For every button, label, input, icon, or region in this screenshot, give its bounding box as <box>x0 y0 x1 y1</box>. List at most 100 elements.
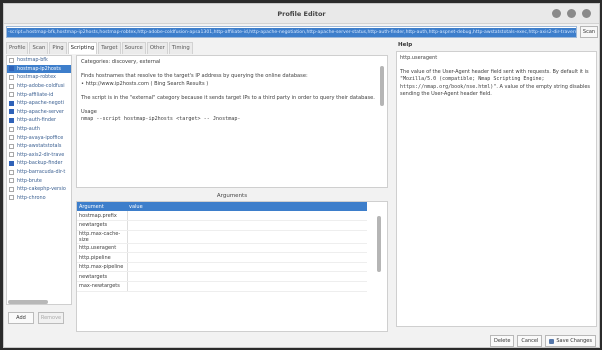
arguments-table: Argument value hostmap.prefix newtargets h… <box>77 202 367 292</box>
tab-scripting[interactable]: Scripting <box>67 42 98 54</box>
script-name: hostmap-robtex <box>17 74 56 81</box>
remove-script-button[interactable]: Remove <box>38 312 64 324</box>
script-checkbox[interactable] <box>9 109 14 115</box>
description-scrollbar[interactable] <box>380 66 384 106</box>
script-list-item[interactable]: http-apache-negoti <box>7 99 71 108</box>
argument-name-cell: hostmap.prefix <box>77 211 128 222</box>
argument-value-cell[interactable] <box>127 262 367 273</box>
arguments-row[interactable]: http.max-cache-size <box>77 230 367 244</box>
script-description: Categories: discovery, external Finds ho… <box>81 59 376 131</box>
script-list-item[interactable]: http-awstatstotals <box>7 142 71 151</box>
script-checkbox[interactable] <box>9 92 14 98</box>
command-row: -script=hostmap-bfk,hostmap-ip2hosts,hos… <box>4 26 599 39</box>
arguments-row[interactable]: newtargets <box>77 271 367 283</box>
script-checkbox[interactable] <box>9 57 14 63</box>
minimize-button[interactable] <box>552 9 561 18</box>
tab-profile[interactable]: Profile <box>6 42 29 54</box>
command-text: -script=hostmap-bfk,hostmap-ip2hosts,hos… <box>7 28 576 37</box>
argument-value-cell[interactable] <box>127 220 367 231</box>
argument-value-cell[interactable] <box>127 252 367 263</box>
argument-value-cell[interactable] <box>127 211 367 222</box>
cancel-button[interactable]: Cancel <box>517 335 543 347</box>
save-icon <box>549 338 555 344</box>
help-text: http.useragent The value of the User-Age… <box>400 55 593 105</box>
argument-value-cell[interactable] <box>127 243 367 254</box>
script-checkbox[interactable] <box>9 152 14 158</box>
tab-other[interactable]: Other <box>146 42 168 54</box>
save-changes-button[interactable]: Save Changes <box>545 335 596 347</box>
script-checkbox[interactable] <box>9 83 14 89</box>
tab-ping[interactable]: Ping <box>49 42 67 54</box>
script-list-item[interactable]: http-adobe-coldfusi <box>7 82 71 91</box>
argument-name-cell: newtargets <box>77 220 128 231</box>
arguments-scrollbar[interactable] <box>377 216 381 272</box>
title-bar: Profile Editor <box>4 4 599 24</box>
script-name: http-adobe-coldfusi <box>17 83 65 90</box>
script-checkbox[interactable] <box>9 169 14 175</box>
tab-scan[interactable]: Scan <box>29 42 49 54</box>
argument-name-cell: http.max-cache-size <box>77 230 128 244</box>
delete-button[interactable]: Delete <box>489 335 515 347</box>
script-name: http-axis2-dir-trave <box>17 151 65 158</box>
description-para1: Finds hostnames that resolve to the targ… <box>81 73 308 87</box>
script-name: http-chrono <box>17 194 46 201</box>
argument-value-cell[interactable] <box>127 230 367 244</box>
arguments-row[interactable]: newtargets <box>77 220 367 231</box>
script-list-item[interactable]: hostmap-ip2hosts <box>7 64 71 74</box>
script-list-horizontal-scrollbar[interactable] <box>8 300 48 304</box>
script-list-item[interactable]: http-affiliate-id <box>7 90 71 99</box>
script-name: hostmap-bfk <box>17 57 48 64</box>
script-checkbox[interactable] <box>9 100 14 106</box>
script-checkbox[interactable] <box>9 66 14 72</box>
maximize-button[interactable] <box>567 9 576 18</box>
script-name: http-apache-server <box>17 108 64 115</box>
script-list-item[interactable]: http-barracuda-dir-t <box>7 168 71 177</box>
script-checkbox[interactable] <box>9 160 14 166</box>
script-name: http-barracuda-dir-t <box>17 169 66 176</box>
arguments-row[interactable]: max-newtargets <box>77 281 367 292</box>
close-button[interactable] <box>582 9 591 18</box>
arguments-row[interactable]: http.pipeline <box>77 252 367 263</box>
script-name: http-auth <box>17 126 40 133</box>
script-checkbox[interactable] <box>9 126 14 132</box>
script-list-item[interactable]: http-avaya-ipoffice <box>7 133 71 142</box>
argument-value-cell[interactable] <box>127 281 367 292</box>
column-header-argument[interactable]: Argument <box>77 202 127 211</box>
tab-source[interactable]: Source <box>121 42 146 54</box>
command-input[interactable]: -script=hostmap-bfk,hostmap-ip2hosts,hos… <box>6 26 577 38</box>
script-list[interactable]: hostmap-bfk hostmap-ip2hosts hostmap-robte… <box>6 55 72 305</box>
script-list-item[interactable]: http-auth-finder <box>7 116 71 125</box>
arguments-row[interactable]: hostmap.prefix <box>77 211 367 222</box>
add-script-button[interactable]: Add <box>8 312 34 324</box>
argument-value-cell[interactable] <box>127 271 367 283</box>
script-list-item[interactable]: http-auth <box>7 125 71 134</box>
column-header-value[interactable]: value <box>127 202 367 211</box>
script-list-item[interactable]: http-apache-server <box>7 108 71 117</box>
script-checkbox[interactable] <box>9 143 14 149</box>
argument-name-cell: http.useragent <box>77 243 128 254</box>
argument-name-cell: max-newtargets <box>77 281 128 292</box>
script-list-item[interactable]: http-backup-finder <box>7 159 71 168</box>
script-checkbox[interactable] <box>9 117 14 123</box>
tab-target[interactable]: Target <box>98 42 121 54</box>
script-checkbox[interactable] <box>9 178 14 184</box>
script-list-item[interactable]: hostmap-robtex <box>7 73 71 82</box>
description-para2: The script is in the "external" category… <box>81 94 375 101</box>
script-list-item[interactable]: http-axis2-dir-trave <box>7 151 71 160</box>
list-buttons: Add Remove <box>8 312 64 324</box>
window-title: Profile Editor <box>277 10 326 18</box>
script-checkbox[interactable] <box>9 195 14 201</box>
script-list-item[interactable]: http-brute <box>7 176 71 185</box>
script-checkbox[interactable] <box>9 186 14 192</box>
script-name: http-awstatstotals <box>17 143 62 150</box>
script-list-item[interactable]: http-cakephp-versio <box>7 185 71 194</box>
scan-button[interactable]: Scan <box>580 26 598 38</box>
script-list-item[interactable]: http-chrono <box>7 194 71 203</box>
script-checkbox[interactable] <box>9 135 14 141</box>
arguments-row[interactable]: http.useragent <box>77 243 367 254</box>
script-checkbox[interactable] <box>9 74 14 80</box>
tab-timing[interactable]: Timing <box>168 42 193 54</box>
tab-bar: Profile Scan Ping Scripting Target Source Othe… <box>6 42 194 54</box>
script-list-item[interactable]: hostmap-bfk <box>7 56 71 65</box>
arguments-row[interactable]: http.max-pipeline <box>77 262 367 273</box>
